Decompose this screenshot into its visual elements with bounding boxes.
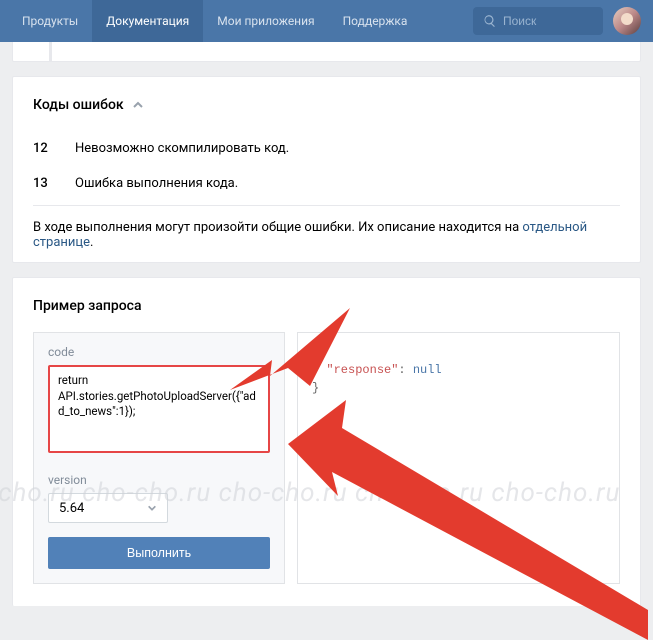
error-code: 12 [33,141,57,156]
code-input[interactable] [48,365,270,453]
error-codes-title-text: Коды ошибок [33,97,124,113]
error-note: В ходе выполнения могут произойти общие … [33,220,620,250]
response-value: null [413,363,442,377]
previous-block-stub [12,42,641,62]
nav-documentation[interactable]: Документация [92,0,203,42]
nav-products[interactable]: Продукты [8,0,92,42]
chevron-down-icon [147,503,157,513]
top-nav: Продукты Документация Мои приложения Под… [0,0,653,42]
version-value: 5.64 [59,501,84,516]
chevron-up-icon [132,99,144,111]
error-note-suffix: . [90,235,93,250]
nav-support[interactable]: Поддержка [329,0,422,42]
error-desc: Невозможно скомпилировать код. [75,141,289,156]
response-key: "response" [326,363,398,377]
error-note-prefix: В ходе выполнения могут произойти общие … [33,220,522,235]
version-select[interactable]: 5.64 [48,493,168,523]
search-box[interactable] [473,7,603,35]
example-request-block: Пример запроса code version 5.64 Выполни… [12,277,641,606]
error-row: 13 Ошибка выполнения кода. [33,166,620,201]
error-codes-title[interactable]: Коды ошибок [33,97,620,113]
search-icon [483,14,497,28]
request-panel: code version 5.64 Выполнить [33,332,285,584]
error-codes-block: Коды ошибок 12 Невозможно скомпилировать… [12,76,641,263]
error-code: 13 [33,176,57,191]
error-desc: Ошибка выполнения кода. [75,176,238,191]
error-row: 12 Невозможно скомпилировать код. [33,131,620,166]
divider [33,205,620,206]
search-input[interactable] [503,14,583,28]
example-title: Пример запроса [33,298,620,314]
version-label: version [48,473,270,487]
code-label: code [48,345,270,359]
run-button[interactable]: Выполнить [48,537,270,569]
response-panel: { "response": null} [297,332,620,584]
nav-my-apps[interactable]: Мои приложения [203,0,328,42]
avatar[interactable] [613,7,641,35]
